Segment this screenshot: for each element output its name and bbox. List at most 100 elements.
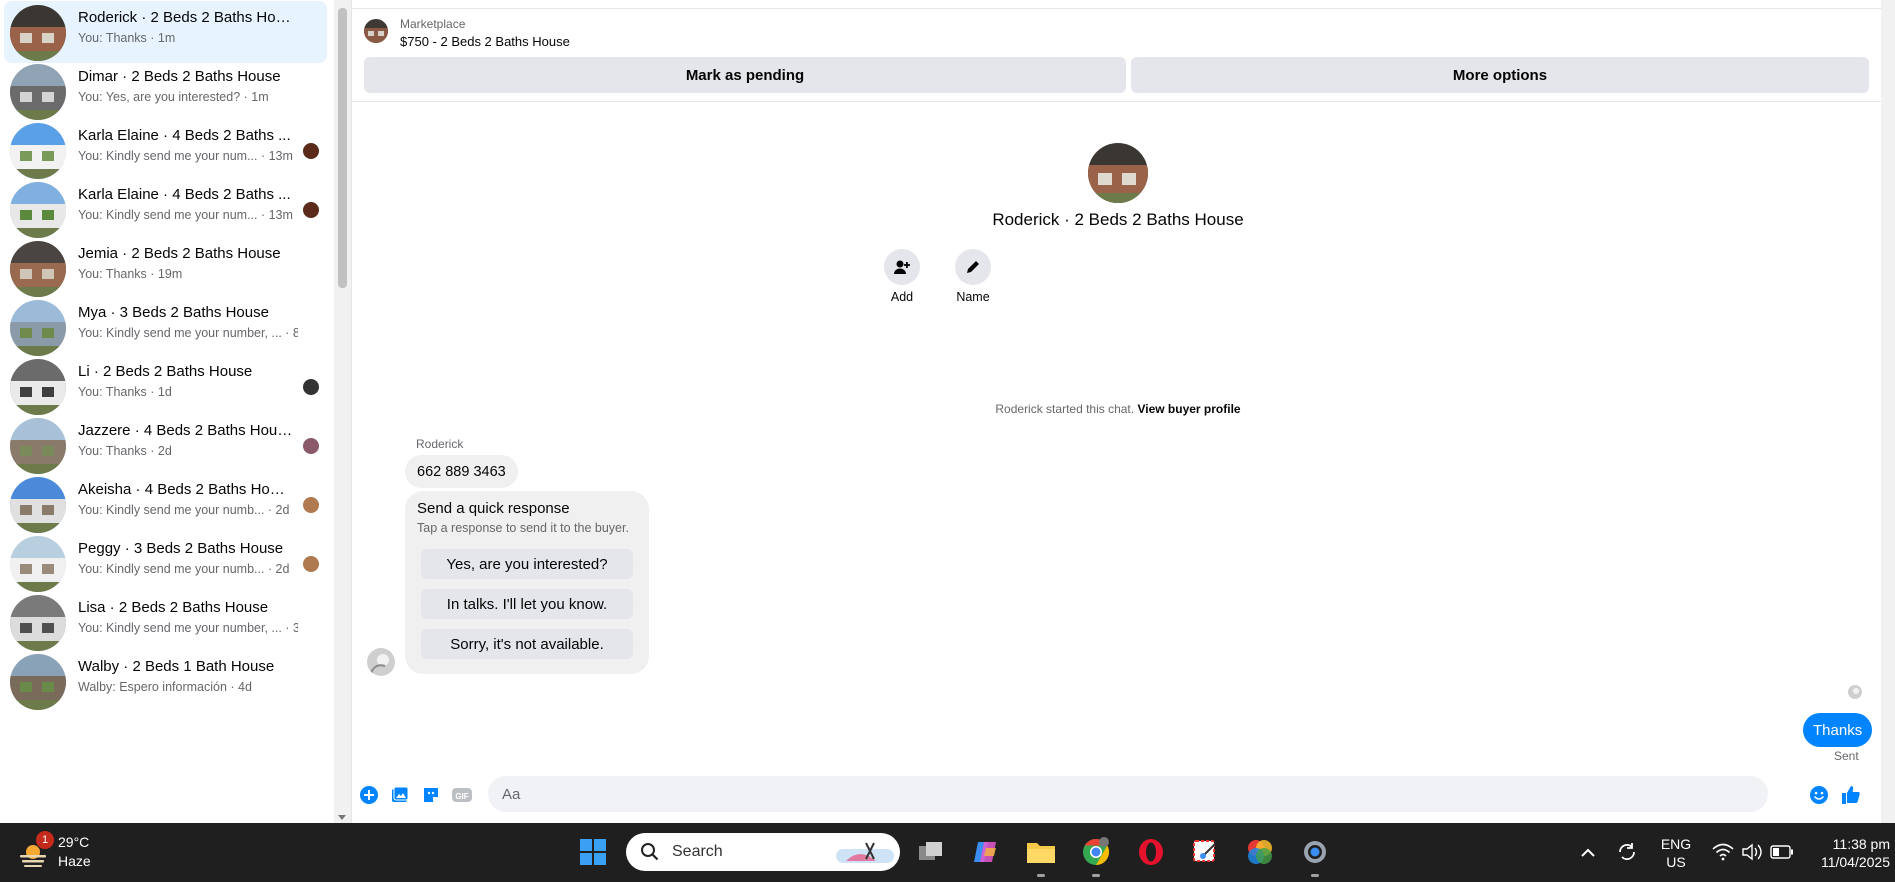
conversation-item[interactable]: Karla Elaine · 4 Beds 2 Baths ... You: Ki… [4, 119, 327, 181]
quick-response-yes-button[interactable]: Yes, are you interested? [421, 549, 633, 579]
mark-as-pending-button[interactable]: Mark as pending [364, 57, 1126, 93]
conversation-item[interactable]: Jazzere · 4 Beds 2 Baths House You: Thank… [4, 414, 327, 476]
conversation-avatar [10, 359, 66, 415]
conversation-item[interactable]: Jemia · 2 Beds 2 Baths House You: Thanks … [4, 237, 327, 299]
task-view-icon[interactable] [914, 835, 948, 869]
chevron-up-icon[interactable] [1571, 835, 1605, 869]
language-code: ENG [1660, 836, 1692, 852]
conversation-title: Karla Elaine · 4 Beds 2 Baths ... [78, 186, 291, 203]
seen-indicator-avatar [303, 556, 319, 572]
sender-name: Roderick [416, 437, 464, 451]
conversation-avatar [10, 300, 66, 356]
sync-icon[interactable] [1610, 835, 1644, 869]
opera-icon[interactable] [1134, 835, 1168, 869]
weather-condition: Haze [58, 853, 91, 869]
message-input[interactable]: Aa [488, 776, 1768, 812]
sidebar-scroll-thumb[interactable] [338, 8, 347, 288]
settings-gear-icon[interactable] [1298, 835, 1332, 869]
listing-thumbnail[interactable] [364, 19, 388, 43]
quick-response-not-available-button[interactable]: Sorry, it's not available. [421, 629, 633, 659]
photos-app-icon[interactable] [1243, 835, 1277, 869]
conversation-item[interactable]: Walby · 2 Beds 1 Bath House Walby: Espero… [4, 650, 327, 712]
photo-icon[interactable] [389, 784, 411, 806]
conversation-item[interactable]: Lisa · 2 Beds 2 Baths House You: Kindly s… [4, 591, 327, 653]
sticker-icon[interactable] [420, 784, 442, 806]
message-input-placeholder: Aa [502, 785, 521, 803]
seen-indicator-avatar [303, 202, 319, 218]
conversation-preview: Walby: Espero información · 4d [78, 680, 252, 694]
outgoing-message[interactable]: Thanks [1803, 713, 1873, 747]
taskbar-search-box[interactable]: Search [626, 833, 900, 871]
conversation-avatar [10, 595, 66, 651]
copilot-icon[interactable] [969, 835, 1003, 869]
keyboard-region: US [1666, 854, 1686, 870]
add-person-icon [884, 249, 920, 285]
emoji-icon[interactable] [1808, 784, 1830, 806]
chat-started-text: Roderick started this chat. [995, 402, 1135, 416]
contact-name: Roderick · 2 Beds 2 Baths House [992, 210, 1244, 229]
quick-response-in-talks-button[interactable]: In talks. I'll let you know. [421, 589, 633, 619]
conversation-preview: You: Kindly send me your num... · 13m [78, 208, 293, 222]
conversation-avatar [10, 654, 66, 710]
conversation-avatar [10, 64, 66, 120]
weather-widget[interactable]: 1 29°C Haze [14, 831, 154, 875]
chat-scrollbar[interactable] [1881, 0, 1895, 823]
conversation-title: Walby · 2 Beds 1 Bath House [78, 658, 275, 675]
conversation-title: Dimar · 2 Beds 2 Baths House [78, 68, 281, 85]
search-label: Search [672, 843, 723, 860]
listing-title[interactable]: $750 - 2 Beds 2 Baths House [400, 34, 570, 49]
conversation-item[interactable]: Akeisha · 4 Beds 2 Baths House You: Kindl… [4, 473, 327, 535]
conversation-title: Li · 2 Beds 2 Baths House [78, 363, 253, 380]
search-icon [641, 843, 659, 861]
conversation-sidebar: Roderick · 2 Beds 2 Baths House You: Than… [0, 0, 334, 823]
conversation-preview: You: Thanks · 1m [78, 31, 176, 45]
conversation-item[interactable]: Karla Elaine · 4 Beds 2 Baths ... You: Ki… [4, 178, 327, 240]
sent-status: Sent [1834, 749, 1859, 763]
conversation-item[interactable]: Peggy · 3 Beds 2 Baths House You: Kindly … [4, 532, 327, 594]
plus-circle-icon[interactable] [358, 784, 380, 806]
seen-indicator-avatar [303, 438, 319, 454]
conversation-title: Karla Elaine · 4 Beds 2 Baths ... [78, 127, 291, 144]
battery-icon[interactable] [1765, 835, 1799, 869]
conversation-item[interactable]: Roderick · 2 Beds 2 Baths House You: Than… [4, 1, 327, 63]
thumbs-up-icon[interactable] [1840, 784, 1862, 806]
quick-response-subtitle: Tap a response to send it to the buyer. [417, 521, 629, 535]
conversation-title: Mya · 3 Beds 2 Baths House [78, 304, 269, 321]
more-options-button[interactable]: More options [1131, 57, 1869, 93]
sender-avatar[interactable] [367, 648, 395, 676]
weather-alert-badge: 1 [36, 831, 54, 849]
search-highlight-icon [836, 842, 894, 863]
file-explorer-running-indicator [1037, 874, 1045, 877]
view-buyer-profile-link[interactable]: View buyer profile [1137, 402, 1240, 416]
sidebar-scrollbar[interactable] [334, 0, 351, 823]
seen-indicator-avatar [303, 143, 319, 159]
taskbar-clock[interactable]: 11:38 pm 11/04/2025 [1806, 835, 1890, 871]
input-language-indicator[interactable]: ENG US [1652, 835, 1700, 871]
chat-started-notice: Roderick started this chat. View buyer p… [818, 402, 1418, 416]
quick-response-title: Send a quick response [417, 500, 570, 517]
conversation-item[interactable]: Mya · 3 Beds 2 Baths House You: Kindly se… [4, 296, 327, 358]
windows-start-icon[interactable] [576, 835, 610, 869]
conversation-title: Akeisha · 4 Beds 2 Baths House [78, 481, 293, 498]
clock-time: 11:38 pm [1832, 836, 1890, 852]
chat-panel: Marketplace $750 - 2 Beds 2 Baths House … [351, 0, 1882, 823]
conversation-item[interactable]: Li · 2 Beds 2 Baths House You: Thanks · 1… [4, 355, 327, 417]
conversation-preview: You: Thanks · 1d [78, 385, 172, 399]
add-label: Add [890, 290, 914, 304]
incoming-message[interactable]: 662 889 3463 [405, 455, 518, 488]
snipping-tool-icon[interactable] [1188, 835, 1222, 869]
conversation-item[interactable]: Dimar · 2 Beds 2 Baths House You: Yes, ar… [4, 60, 327, 122]
volume-icon[interactable] [1735, 835, 1769, 869]
add-person-button[interactable]: Add [872, 249, 932, 304]
file-explorer-icon[interactable] [1024, 835, 1058, 869]
chrome-running-indicator [1092, 874, 1100, 877]
messenger-app: Roderick · 2 Beds 2 Baths House You: Than… [0, 0, 1895, 823]
chrome-icon[interactable] [1079, 835, 1113, 869]
edit-name-button[interactable]: Name [943, 249, 1003, 304]
contact-avatar[interactable] [1088, 143, 1148, 203]
conversation-preview: You: Kindly send me your numb... · 2d [78, 503, 290, 517]
conversation-avatar [10, 536, 66, 592]
scroll-down-arrow-icon[interactable] [338, 815, 346, 820]
conversation-title: Roderick · 2 Beds 2 Baths House [78, 9, 293, 26]
gif-icon[interactable]: GIF [451, 784, 473, 806]
